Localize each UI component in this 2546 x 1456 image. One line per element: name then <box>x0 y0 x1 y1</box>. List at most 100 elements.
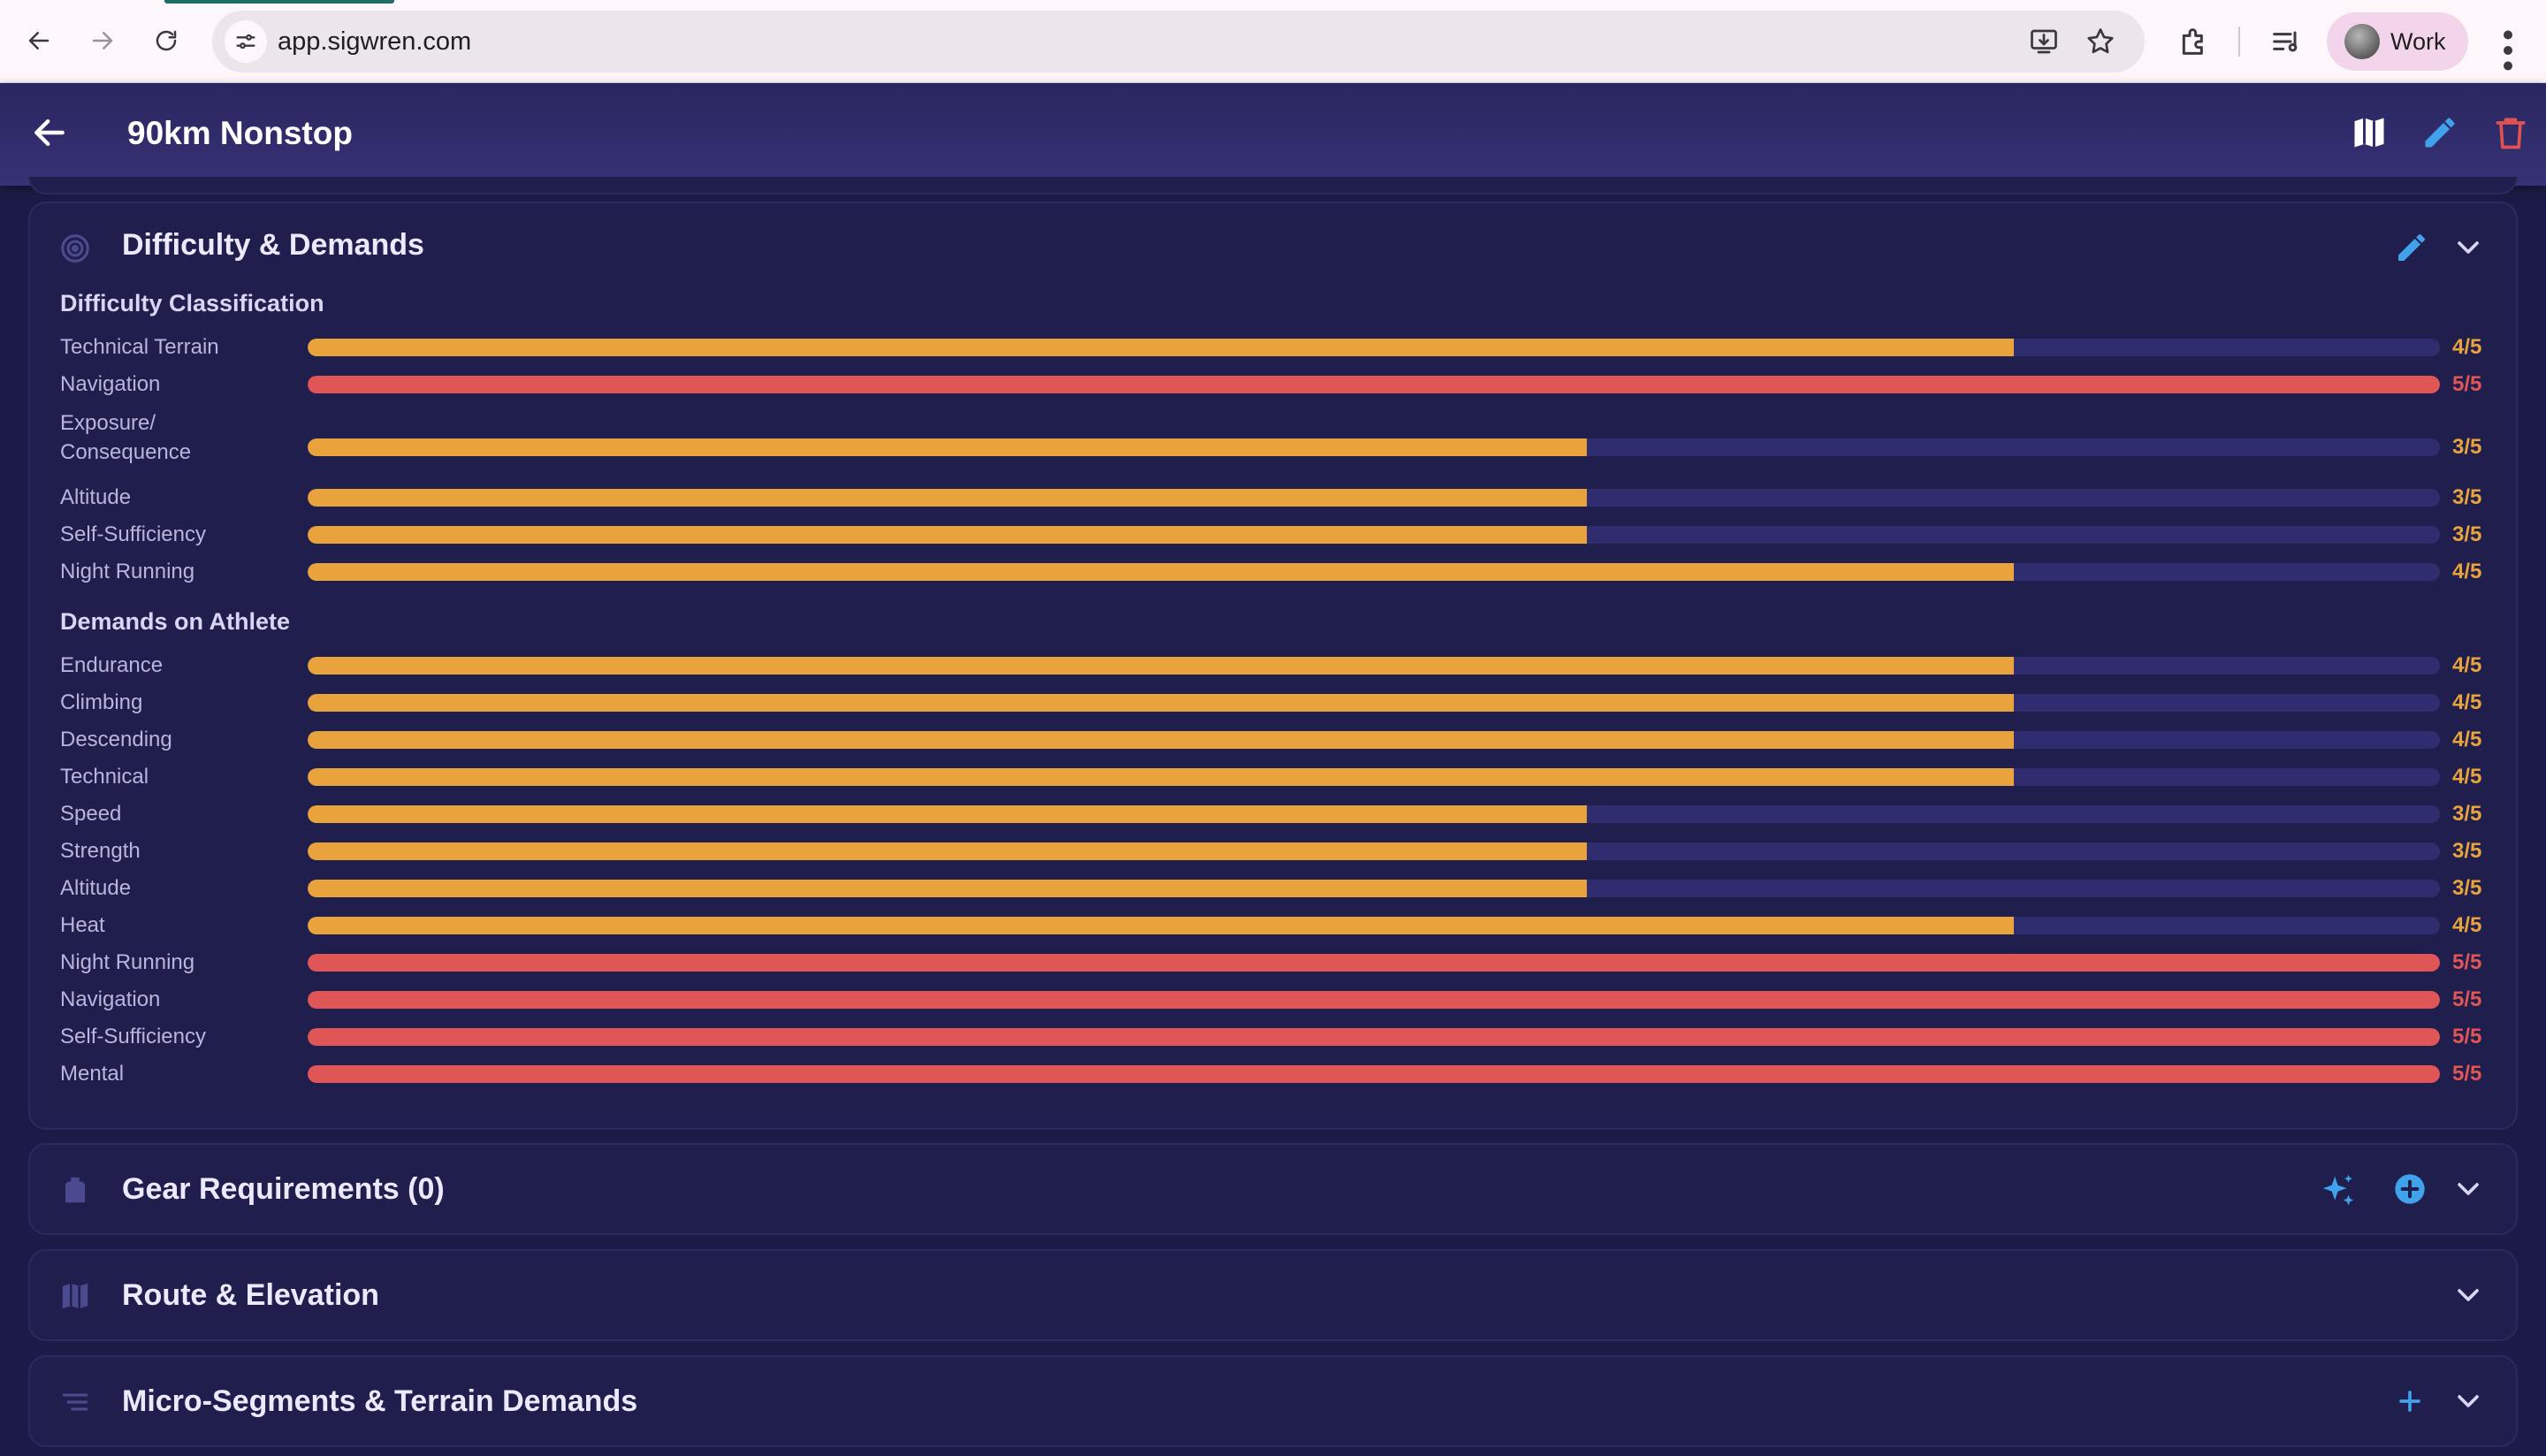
card-title[interactable]: Route & Elevation <box>122 1278 379 1313</box>
browser-chrome: app.sigwren.com Work <box>0 0 2546 83</box>
rating-bar-fill <box>308 880 1588 897</box>
rating-bar-fill <box>308 954 2440 972</box>
rating-bar-fill <box>308 842 1588 860</box>
active-tab-indicator <box>164 0 394 4</box>
map-icon <box>58 1279 92 1313</box>
url-text[interactable]: app.sigwren.com <box>278 27 471 57</box>
chevron-down-icon[interactable] <box>2451 230 2486 265</box>
chevron-down-icon[interactable] <box>2451 1171 2486 1207</box>
rating-bar-fill <box>308 917 2014 934</box>
rating-value: 5/5 <box>2452 987 2482 1011</box>
rating-label: Altitude <box>60 876 132 900</box>
chevron-down-icon[interactable] <box>2451 1277 2486 1313</box>
rating-bar-track <box>308 526 2440 544</box>
delete-trash-icon[interactable] <box>2491 113 2530 152</box>
profile-button[interactable]: Work <box>2327 12 2468 71</box>
rating-label: Self-Sufficiency <box>60 1025 206 1048</box>
edit-pencil-icon[interactable] <box>2394 230 2429 265</box>
rating-label: Speed <box>60 802 122 826</box>
add-circle-icon[interactable] <box>2392 1171 2428 1207</box>
rating-value: 3/5 <box>2452 435 2482 459</box>
list-icon <box>58 1385 92 1419</box>
rating-label: Climbing <box>60 690 143 714</box>
profile-label: Work <box>2390 27 2446 55</box>
rating-label: Navigation <box>60 372 161 396</box>
rating-label: Navigation <box>60 987 161 1011</box>
rating-bar-fill <box>308 489 1588 507</box>
install-app-icon[interactable] <box>2028 26 2060 57</box>
rating-value: 4/5 <box>2452 765 2482 789</box>
rating-label: Mental <box>60 1062 125 1086</box>
rating-label: Heat <box>60 913 105 937</box>
rating-bar-track <box>308 563 2440 581</box>
media-control-icon[interactable] <box>2268 24 2304 59</box>
rating-value: 3/5 <box>2452 485 2482 509</box>
rating-label: Descending <box>60 728 172 751</box>
rating-bar-track <box>308 917 2440 934</box>
section-heading-demands: Demands on Athlete <box>60 608 291 635</box>
rating-bar-fill <box>308 376 2440 393</box>
bookmark-star-icon[interactable] <box>2085 26 2116 57</box>
map-view-icon[interactable] <box>2350 113 2389 152</box>
section-heading-classification: Difficulty Classification <box>60 290 324 316</box>
edit-pencil-icon[interactable] <box>2420 113 2459 152</box>
rating-bar-fill <box>308 657 2014 675</box>
rating-label: Strength <box>60 839 141 863</box>
micro-segments-card[interactable]: Micro-Segments & Terrain Demands <box>28 1355 2518 1447</box>
rating-bar-fill <box>308 731 2014 749</box>
rating-bar-track <box>308 768 2440 786</box>
add-plus-icon[interactable] <box>2392 1384 2428 1419</box>
rating-label: Night Running <box>60 950 195 974</box>
rating-bar-track <box>308 954 2440 972</box>
chevron-down-icon[interactable] <box>2451 1384 2486 1419</box>
rating-bar-track <box>308 991 2440 1009</box>
rating-bar-fill <box>308 768 2014 786</box>
rating-label: Night Running <box>60 560 195 583</box>
ai-sparkle-icon[interactable] <box>2318 1171 2359 1212</box>
rating-value: 4/5 <box>2452 690 2482 714</box>
extensions-icon[interactable] <box>2176 24 2212 59</box>
route-elevation-card[interactable]: Route & Elevation <box>28 1249 2518 1341</box>
rating-bar-track <box>308 438 2440 456</box>
rating-value: 4/5 <box>2452 560 2482 583</box>
rating-bar-fill <box>308 438 1588 456</box>
rating-value: 4/5 <box>2452 913 2482 937</box>
site-info-icon[interactable] <box>225 20 267 63</box>
reload-icon[interactable] <box>145 19 187 62</box>
rating-bar-fill <box>308 339 2014 356</box>
rating-bar-fill <box>308 1028 2440 1046</box>
rating-label: Self-Sufficiency <box>60 522 206 546</box>
back-icon[interactable] <box>18 19 60 62</box>
card-title[interactable]: Difficulty & Demands <box>122 228 424 263</box>
rating-value: 5/5 <box>2452 372 2482 396</box>
rating-label: Altitude <box>60 485 132 509</box>
rating-bar-track <box>308 880 2440 897</box>
app-header: 90km Nonstop <box>0 83 2546 186</box>
browser-menu-icon[interactable] <box>2495 24 2521 71</box>
rating-bar-track <box>308 842 2440 860</box>
rating-value: 4/5 <box>2452 653 2482 677</box>
rating-bar-fill <box>308 805 1588 823</box>
address-bar[interactable]: app.sigwren.com <box>212 11 2145 72</box>
rating-value: 4/5 <box>2452 728 2482 751</box>
rating-value: 5/5 <box>2452 1062 2482 1086</box>
rating-value: 3/5 <box>2452 876 2482 900</box>
rating-bar-track <box>308 1028 2440 1046</box>
gear-requirements-card[interactable]: Gear Requirements (0) <box>28 1143 2518 1235</box>
rating-value: 5/5 <box>2452 950 2482 974</box>
rating-label: Exposure/Consequence <box>60 411 192 464</box>
rating-label: Endurance <box>60 653 164 677</box>
rating-value: 3/5 <box>2452 522 2482 546</box>
card-title[interactable]: Gear Requirements (0) <box>122 1172 445 1207</box>
backpack-icon <box>58 1173 92 1207</box>
rating-bar-track <box>308 805 2440 823</box>
difficulty-demands-card: Difficulty & Demands Difficulty Classifi… <box>28 202 2518 1130</box>
toolbar-divider <box>2238 27 2240 57</box>
rating-bar-fill <box>308 991 2440 1009</box>
back-arrow-icon[interactable] <box>30 113 69 152</box>
rating-bar-fill <box>308 563 2014 581</box>
rating-bar-fill <box>308 1065 2440 1083</box>
forward-icon[interactable] <box>81 19 124 62</box>
rating-bar-track <box>308 657 2440 675</box>
card-title[interactable]: Micro-Segments & Terrain Demands <box>122 1384 637 1419</box>
